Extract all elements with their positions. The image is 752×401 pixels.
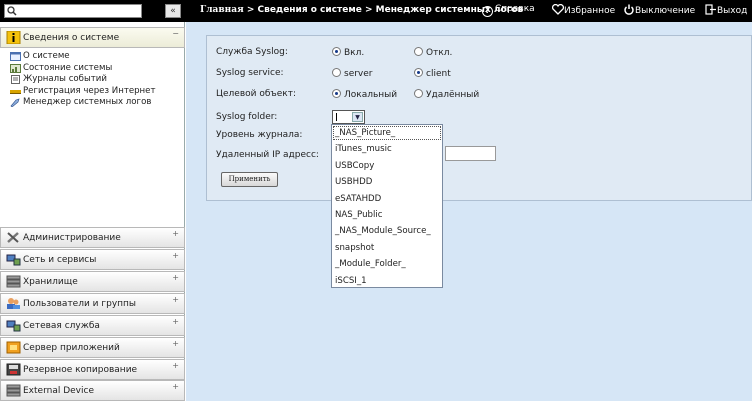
radio-selected-icon [332, 89, 341, 98]
target-remote-radio[interactable]: Удалённый [414, 89, 479, 100]
accordion-storage[interactable]: Хранилище + [0, 271, 185, 292]
logout-link[interactable]: Выход [705, 4, 747, 16]
expand-toggle-icon[interactable]: + [172, 382, 179, 391]
favorites-link[interactable]: Избранное [551, 3, 615, 16]
network-icon [6, 254, 21, 266]
search-input[interactable] [4, 4, 142, 18]
expand-toggle-icon[interactable]: + [172, 229, 179, 238]
radio-selected-icon [332, 47, 341, 56]
logout-icon [705, 4, 716, 15]
target-local-radio[interactable]: Локальный [332, 89, 397, 100]
event-log-icon [11, 75, 20, 84]
online-register-icon [10, 89, 21, 94]
system-status-icon [10, 63, 21, 73]
accordion-network[interactable]: Сеть и сервисы + [0, 249, 185, 270]
breadcrumb-home-link[interactable]: Главная [200, 5, 244, 15]
expand-toggle-icon[interactable]: + [172, 339, 179, 348]
accordion-users-groups[interactable]: Пользователи и группы + [0, 293, 185, 314]
shutdown-link[interactable]: Выключение [623, 4, 695, 16]
network-service-icon [6, 320, 21, 332]
app-server-icon [6, 341, 21, 354]
external-device-icon [6, 384, 21, 397]
submenu-item-system-status[interactable]: Состояние системы [8, 63, 180, 75]
backup-icon [6, 363, 21, 376]
dropdown-option[interactable]: iTunes_music [332, 141, 442, 157]
dropdown-option[interactable]: USBCopy [332, 158, 442, 174]
accordion-label: Сведения о системе [23, 33, 120, 43]
users-icon [7, 298, 20, 309]
dropdown-option[interactable]: _NAS_Module_Source_ [332, 223, 442, 239]
breadcrumb-system-info-link[interactable]: Сведения о системе [258, 5, 362, 15]
collapse-sidebar-button[interactable]: « [165, 4, 181, 18]
submenu-item-syslog-manager[interactable]: Менеджер системных логов [8, 97, 180, 109]
submenu-item-online-register[interactable]: Регистрация через Интернет [8, 86, 180, 98]
accordion-administration[interactable]: Администрирование + [0, 227, 185, 248]
power-icon [624, 4, 634, 15]
syslog-service-label: Syslog service: [216, 68, 284, 78]
dropdown-option[interactable]: _Module_Folder_ [332, 256, 442, 272]
search-bar: « [0, 0, 185, 22]
system-info-submenu: О системе Состояние системы Журналы собы… [8, 51, 180, 109]
collapse-toggle-icon[interactable]: − [172, 29, 179, 38]
syslog-service-ru-label: Служба Syslog: [216, 47, 288, 57]
accordion-external-device[interactable]: External Device + [0, 380, 185, 401]
help-icon: ? [482, 6, 493, 17]
text-caret [336, 113, 337, 121]
target-label: Целевой объект: [216, 89, 296, 99]
remote-ip-label: Удаленный IP адресс: [216, 150, 319, 160]
expand-toggle-icon[interactable]: + [172, 295, 179, 304]
breadcrumb: Главная > Сведения о системе > Менеджер … [200, 5, 524, 15]
expand-toggle-icon[interactable]: + [172, 361, 179, 370]
accordion-backup[interactable]: Резервное копирование + [0, 359, 185, 380]
top-bar: Главная > Сведения о системе > Менеджер … [185, 0, 752, 22]
storage-icon [6, 275, 21, 288]
info-window-icon [10, 52, 21, 61]
syslog-folder-select[interactable]: ▼ [332, 110, 365, 124]
syslog-settings-panel: Служба Syslog: Вкл. Откл. Syslog service… [206, 35, 752, 201]
submenu-item-about[interactable]: О системе [8, 51, 180, 63]
left-sidebar: « Сведения о системе − О системе Состоян… [0, 0, 185, 401]
dropdown-option[interactable]: NAS_Public [332, 207, 442, 223]
apply-button[interactable]: Применить [221, 172, 278, 187]
heart-icon [551, 3, 565, 15]
remote-ip-input[interactable] [445, 146, 496, 161]
accordion-network-service[interactable]: Сетевая служба + [0, 315, 185, 336]
expand-toggle-icon[interactable]: + [172, 251, 179, 260]
syslog-folder-label: Syslog folder: [216, 112, 278, 122]
admin-tools-icon [7, 232, 19, 243]
accordion-system-info[interactable]: Сведения о системе − [0, 27, 185, 48]
syslog-on-radio[interactable]: Вкл. [332, 47, 364, 58]
syslog-server-radio[interactable]: server [332, 68, 373, 79]
syslog-off-radio[interactable]: Откл. [414, 47, 452, 58]
radio-unselected-icon [332, 68, 341, 77]
chevron-down-icon[interactable]: ▼ [352, 112, 363, 122]
log-level-label: Уровень журнала: [216, 130, 303, 140]
syslog-folder-dropdown: _NAS_Picture_ iTunes_music USBCopy USBHD… [331, 124, 443, 288]
dropdown-option[interactable]: iSCSI_1 [332, 273, 442, 289]
syslog-manager-icon [10, 98, 20, 107]
dropdown-option[interactable]: USBHDD [332, 174, 442, 190]
search-icon [7, 6, 17, 16]
radio-unselected-icon [414, 89, 423, 98]
help-link[interactable]: ? Справка [482, 4, 535, 17]
submenu-item-event-log[interactable]: Журналы событий [8, 74, 180, 86]
accordion-app-server[interactable]: Сервер приложений + [0, 337, 185, 358]
main-content: Служба Syslog: Вкл. Откл. Syslog service… [186, 22, 752, 401]
radio-selected-icon [414, 68, 423, 77]
info-icon [6, 31, 21, 44]
dropdown-option[interactable]: _NAS_Picture_ [332, 125, 442, 141]
dropdown-option[interactable]: eSATAHDD [332, 191, 442, 207]
dropdown-option[interactable]: snapshot [332, 240, 442, 256]
radio-unselected-icon [414, 47, 423, 56]
expand-toggle-icon[interactable]: + [172, 317, 179, 326]
syslog-client-radio[interactable]: client [414, 68, 451, 79]
expand-toggle-icon[interactable]: + [172, 273, 179, 282]
